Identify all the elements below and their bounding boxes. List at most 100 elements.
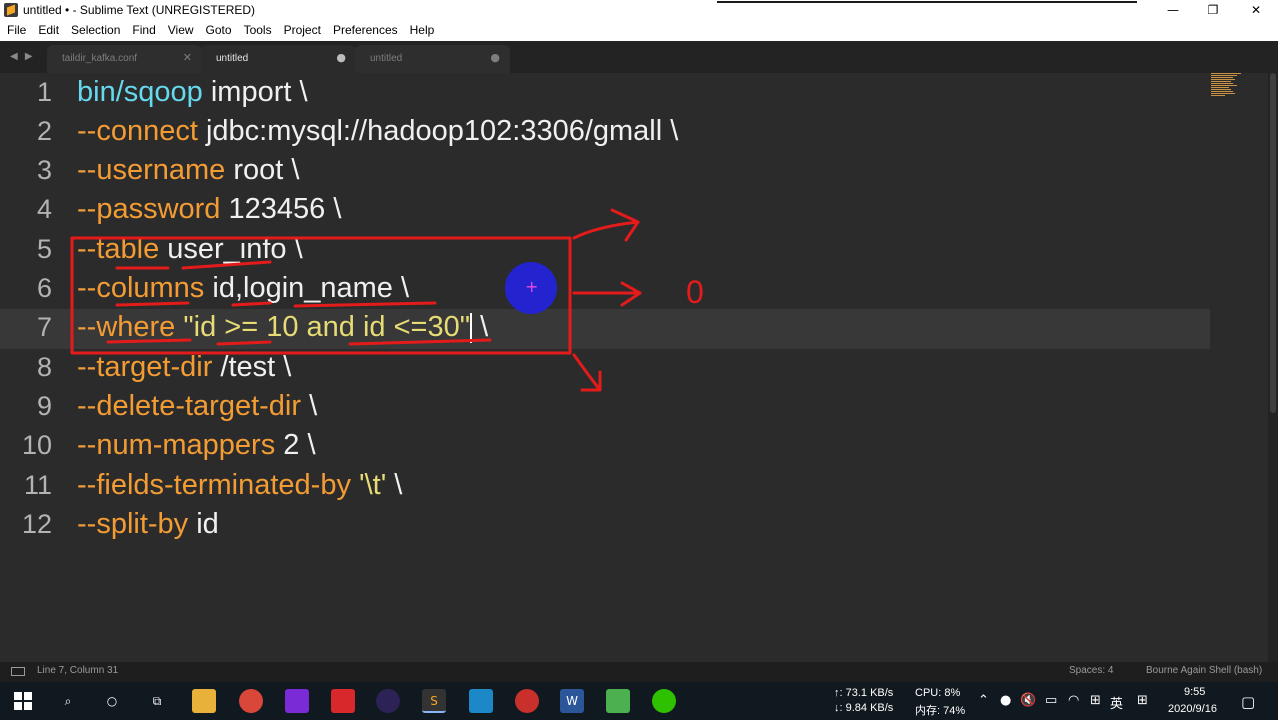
- code-option: --delete-target-dir: [77, 390, 302, 422]
- word-icon[interactable]: W: [560, 689, 584, 713]
- microphone-icon[interactable]: ●: [1000, 693, 1011, 708]
- eclipse-icon[interactable]: [376, 689, 400, 713]
- clock-time[interactable]: 9:55: [1184, 686, 1205, 698]
- title-bar: untitled • - Sublime Text (UNREGISTERED)…: [0, 0, 1278, 21]
- code-option: --connect: [77, 115, 198, 147]
- line-number: 8: [36, 352, 52, 382]
- minimap[interactable]: [1211, 73, 1251, 103]
- code-line: 8 --target-dir /test \: [0, 349, 1210, 389]
- line-number: 1: [36, 77, 52, 107]
- intellij-icon[interactable]: [285, 689, 309, 713]
- sublime-app-icon: [4, 3, 18, 17]
- screen-recorder-icon[interactable]: [606, 689, 630, 713]
- code-text: \: [301, 390, 318, 422]
- cpu-usage: CPU: 8%: [915, 687, 961, 699]
- volume-muted-icon[interactable]: 🔇: [1020, 693, 1036, 708]
- menu-view[interactable]: View: [168, 21, 194, 41]
- vmware-icon[interactable]: [469, 689, 493, 713]
- input-method-icon[interactable]: ⊞: [1090, 693, 1101, 708]
- tab-untitled[interactable]: untitled ●: [355, 45, 510, 73]
- code-text: root \: [225, 154, 300, 186]
- tab-close-icon[interactable]: ✕: [183, 51, 192, 64]
- close-button[interactable]: ✕: [1233, 0, 1278, 21]
- tab-taildir-kafka-conf[interactable]: taildir_kafka.conf ✕: [47, 45, 202, 73]
- xshell-icon[interactable]: [515, 689, 539, 713]
- crosshair-icon: +: [525, 277, 539, 296]
- code-text: /test \: [212, 351, 292, 383]
- line-number: 9: [36, 391, 52, 421]
- code-string: '\t': [359, 469, 387, 501]
- clock-date[interactable]: 2020/9/16: [1168, 703, 1217, 715]
- menu-goto[interactable]: Goto: [206, 21, 232, 41]
- code-line: 1 bin/sqoop import \: [0, 74, 1210, 114]
- code-text: user_info \: [159, 233, 303, 265]
- windows-icon[interactable]: [11, 689, 35, 713]
- notification-icon[interactable]: ▢: [1241, 693, 1255, 711]
- vertical-scrollbar[interactable]: [1268, 73, 1278, 662]
- network-download-speed: ↓: 9.84 KB/s: [834, 702, 894, 714]
- scrollbar-thumb[interactable]: [1270, 73, 1276, 413]
- code-line: 10 --num-mappers 2 \: [0, 427, 1210, 467]
- code-line: 11 --fields-terminated-by '\t' \: [0, 467, 1210, 507]
- network-icon[interactable]: ▭: [1045, 693, 1057, 708]
- tab-untitled-active[interactable]: untitled ●: [201, 45, 356, 73]
- line-number: 2: [36, 116, 52, 146]
- tab-label: untitled: [370, 53, 403, 64]
- sublime-icon[interactable]: S: [422, 689, 446, 713]
- code-option: --split-by: [77, 508, 189, 540]
- code-command: bin/sqoop: [77, 76, 203, 108]
- indentation-setting[interactable]: Spaces: 4: [1069, 665, 1113, 676]
- pointer-highlight: +: [505, 262, 557, 314]
- menu-find[interactable]: Find: [132, 21, 155, 41]
- tab-bar: ◀ ▶ taildir_kafka.conf ✕ untitled ● unti…: [0, 41, 1278, 73]
- file-explorer-icon[interactable]: [192, 689, 216, 713]
- cortana-icon[interactable]: ○: [100, 689, 124, 713]
- code-option: --where: [77, 311, 176, 343]
- task-view-icon[interactable]: ⧉: [145, 689, 169, 713]
- menu-preferences[interactable]: Preferences: [333, 21, 398, 41]
- menu-bar: File Edit Selection Find View Goto Tools…: [0, 21, 1278, 41]
- menu-tools[interactable]: Tools: [244, 21, 272, 41]
- code-line: 4 --password 123456 \: [0, 191, 1210, 231]
- line-number: 3: [36, 155, 52, 185]
- code-option: --table: [77, 233, 160, 265]
- tab-label: untitled: [216, 53, 249, 64]
- tray-overflow-icon[interactable]: ⌃: [978, 693, 989, 708]
- line-number: 4: [36, 194, 52, 224]
- restore-button[interactable]: ❐: [1190, 0, 1236, 21]
- code-option: --username: [77, 154, 226, 186]
- tab-dirty-icon[interactable]: ●: [336, 51, 346, 64]
- ime-mode-icon[interactable]: ⊞: [1137, 693, 1148, 708]
- code-text: import \: [202, 76, 308, 108]
- line-number: 12: [21, 509, 52, 539]
- youdao-icon[interactable]: [331, 689, 355, 713]
- code-option: --password: [77, 193, 221, 225]
- code-option: --target-dir: [77, 351, 213, 383]
- tab-dirty-icon[interactable]: ●: [490, 51, 500, 64]
- wifi-icon[interactable]: ◠: [1068, 693, 1079, 708]
- wechat-icon[interactable]: [652, 689, 676, 713]
- code-editor[interactable]: 1 bin/sqoop import \ 2 --connect jdbc:my…: [0, 73, 1268, 662]
- panel-toggle-icon[interactable]: [11, 667, 25, 676]
- ime-language[interactable]: 英: [1110, 693, 1123, 712]
- title-divider: [717, 1, 1137, 3]
- line-number: 6: [36, 273, 52, 303]
- chrome-icon[interactable]: [239, 689, 263, 713]
- menu-edit[interactable]: Edit: [38, 21, 59, 41]
- menu-file[interactable]: File: [7, 21, 26, 41]
- line-number: 10: [21, 430, 52, 460]
- code-text: \: [472, 311, 489, 343]
- cursor-position: Line 7, Column 31: [37, 665, 119, 676]
- menu-selection[interactable]: Selection: [71, 21, 120, 41]
- menu-project[interactable]: Project: [284, 21, 321, 41]
- code-option: --fields-terminated-by: [77, 469, 351, 501]
- syntax-setting[interactable]: Bourne Again Shell (bash): [1146, 665, 1262, 676]
- code-string: "id >= 10 and id <=30": [183, 311, 471, 343]
- search-icon[interactable]: ⌕: [56, 689, 80, 713]
- tab-label: taildir_kafka.conf: [62, 53, 138, 64]
- code-line: 12 --split-by id: [0, 506, 1210, 546]
- code-text: id,login_name \: [204, 272, 410, 304]
- window-title: untitled • - Sublime Text (UNREGISTERED): [23, 3, 256, 17]
- tab-nav-arrows[interactable]: ◀ ▶: [10, 51, 35, 62]
- menu-help[interactable]: Help: [410, 21, 435, 41]
